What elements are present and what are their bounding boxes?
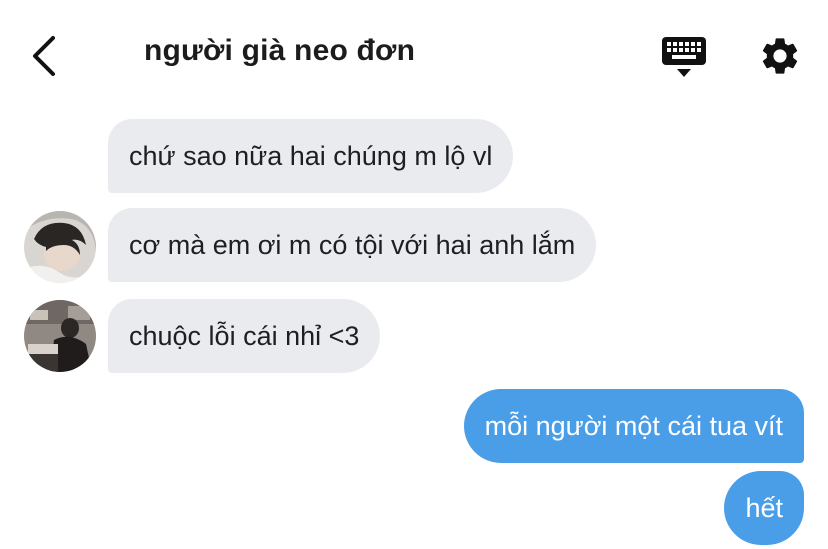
message-bubble-incoming[interactable]: cơ mà em ơi m có tội với hai anh lắm (108, 208, 597, 282)
chevron-left-icon (33, 36, 55, 76)
gear-icon (762, 38, 798, 74)
settings-button[interactable] (758, 34, 802, 78)
back-button[interactable] (22, 30, 66, 82)
message-bubble-outgoing[interactable]: mỗi người một cái tua vít (463, 389, 804, 463)
message-text: hết (745, 492, 783, 523)
avatar-image-icon (24, 211, 96, 283)
message-text: chuộc lỗi cái nhỉ <3 (129, 320, 360, 351)
chat-header: người già neo đơn (0, 0, 828, 110)
avatar[interactable] (24, 300, 96, 372)
keyboard-button[interactable] (660, 34, 708, 80)
message-text: mỗi người một cái tua vít (484, 410, 783, 441)
message-text: chứ sao nữa hai chúng m lộ vl (129, 140, 493, 171)
avatar-image-icon (24, 300, 96, 372)
chat-title: người già neo đơn (144, 34, 416, 67)
keyboard-icon (662, 37, 706, 77)
message-text: cơ mà em ơi m có tội với hai anh lắm (129, 229, 576, 260)
message-bubble-incoming[interactable]: chứ sao nữa hai chúng m lộ vl (108, 119, 514, 193)
message-bubble-incoming[interactable]: chuộc lỗi cái nhỉ <3 (108, 299, 381, 373)
avatar[interactable] (24, 211, 96, 283)
message-bubble-outgoing[interactable]: hết (724, 471, 804, 545)
